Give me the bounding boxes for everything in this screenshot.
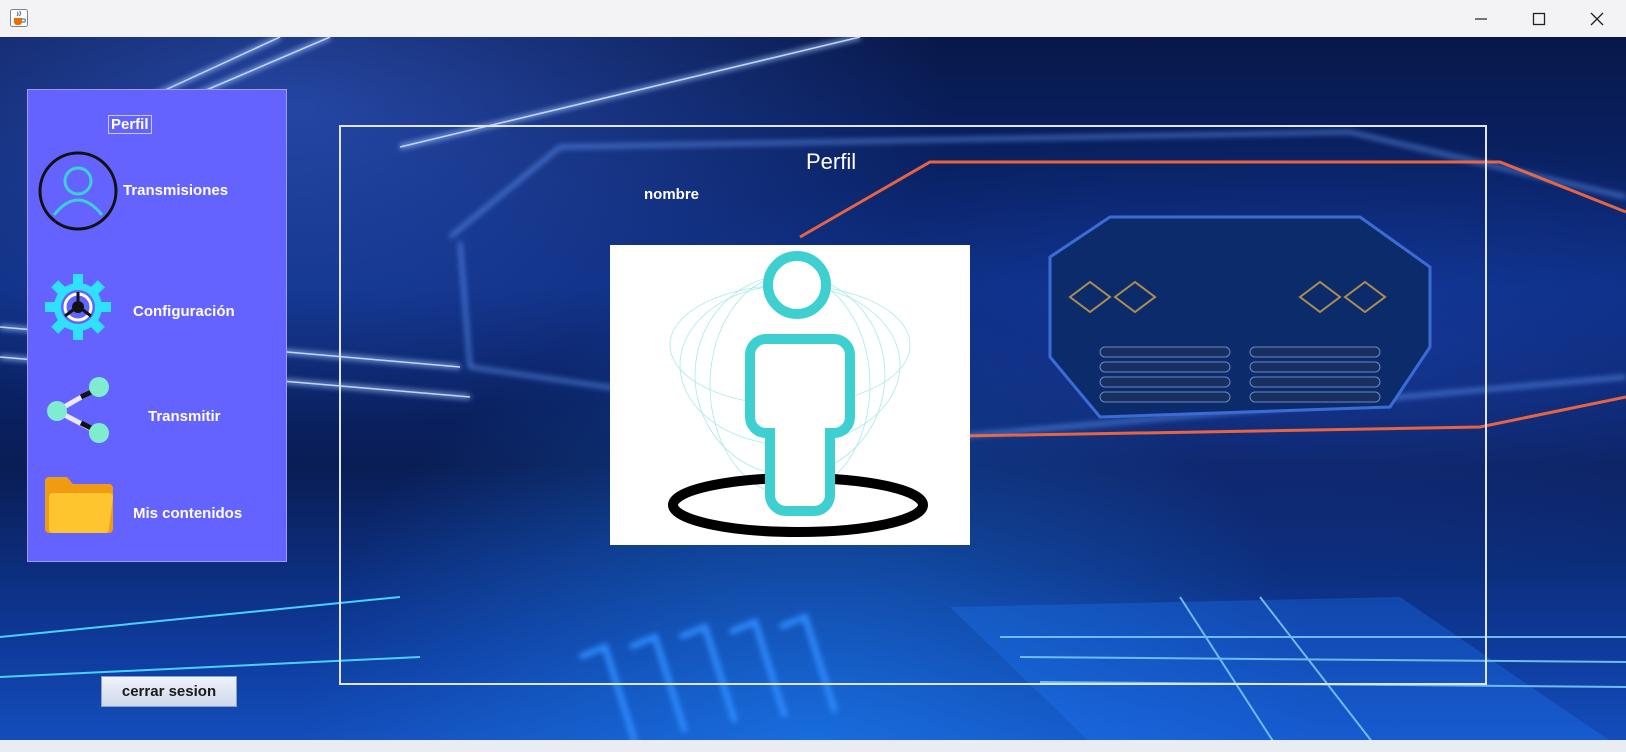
page-title: Perfil [806, 149, 857, 174]
logout-button[interactable]: cerrar sesion [101, 676, 237, 707]
sidebar-perfil-label[interactable]: Perfil [108, 115, 152, 134]
sidebar-item-transmitir[interactable]: Transmitir [28, 375, 288, 455]
close-button[interactable] [1568, 0, 1626, 37]
folder-icon [45, 477, 113, 533]
sidebar-item-label: Transmisiones [123, 182, 229, 199]
sidebar: Perfil Transmisiones Configuración Trans… [27, 89, 287, 562]
sidebar-item-configuracion[interactable]: Configuración [28, 270, 288, 350]
share-icon [47, 377, 109, 443]
sidebar-item-label: Mis contenidos [133, 505, 243, 522]
minimize-button[interactable] [1452, 0, 1510, 37]
close-icon [1590, 12, 1604, 25]
profile-name-label: nombre [644, 186, 700, 203]
profile-avatar [610, 245, 970, 545]
user-circle-icon [38, 151, 118, 231]
sidebar-item-transmisiones[interactable]: Transmisiones [28, 150, 288, 231]
profile-panel: Perfil nombre [339, 125, 1487, 685]
sidebar-item-mis-contenidos[interactable]: Mis contenidos [28, 475, 288, 555]
profile-avatar-icon [668, 251, 928, 537]
sidebar-item-label: Transmitir [148, 408, 221, 425]
window-titlebar [0, 0, 1626, 38]
sidebar-item-label: Configuración [133, 303, 235, 320]
window-bottom-edge [0, 740, 1626, 752]
maximize-button[interactable] [1510, 0, 1568, 37]
maximize-icon [1532, 12, 1546, 25]
java-cup-icon[interactable] [10, 9, 28, 27]
minimize-icon [1475, 17, 1487, 20]
gear-icon [45, 274, 111, 340]
